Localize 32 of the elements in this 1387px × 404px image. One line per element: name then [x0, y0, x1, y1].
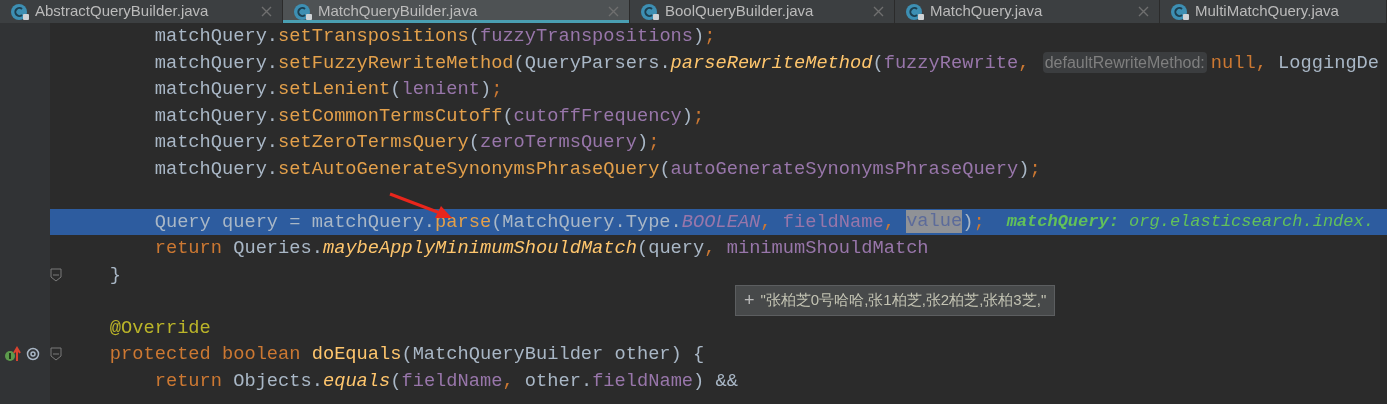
code-text: matchQuery.setTranspositions(fuzzyTranspositions); — [153, 24, 716, 49]
fold-icon[interactable] — [50, 267, 62, 282]
editor-tab[interactable]: MatchQueryBuilder.java — [283, 0, 630, 23]
inline-debug-value: matchQuery: org.elasticsearch.index. — [1006, 211, 1374, 233]
code-text: matchQuery.setLenient(lenient); — [153, 77, 503, 102]
class-file-icon — [1170, 2, 1190, 21]
close-icon[interactable] — [608, 6, 619, 17]
code-text: ); — [962, 209, 985, 234]
close-icon[interactable] — [261, 6, 272, 17]
code-text: matchQuery.setAutoGenerateSynonymsPhraseQuery(autoGenerateSynonymsPhraseQuery); — [153, 156, 1041, 181]
code-text: @Override — [108, 315, 211, 340]
code-text: null, LoggingDe — [1210, 50, 1380, 75]
code-text: return Queries.maybeApplyMinimumShouldMatch(query, minimumShouldMatch — [153, 236, 929, 261]
tooltip-text: "张柏芝0号哈哈,张1柏芝,张2柏芝,张柏3芝," — [760, 290, 1047, 311]
code-text: matchQuery.setFuzzyRewriteMethod(QueryParsers.parseRewriteMethod(fuzzyRewrite, — [153, 50, 1031, 75]
implements-icon[interactable] — [4, 346, 22, 363]
class-file-icon — [10, 2, 30, 21]
code-text: } — [108, 262, 122, 287]
parameter-hint: defaultRewriteMethod: — [1042, 52, 1207, 74]
annotation-icon[interactable] — [26, 347, 40, 362]
code-text: protected boolean doEquals(MatchQueryBuilder other) { — [108, 342, 705, 367]
code-text: matchQuery.setCommonTermsCutoff(cutoffFrequency); — [153, 103, 705, 128]
class-file-icon — [640, 2, 660, 21]
code-text: Query query = matchQuery.parse(MatchQuery.Type.BOOLEAN, fieldName, — [153, 209, 896, 234]
close-icon[interactable] — [1138, 6, 1149, 17]
expand-button[interactable]: + — [744, 287, 755, 314]
code-text: matchQuery.setZeroTermsQuery(zeroTermsQuery); — [153, 130, 660, 155]
code-text: return Objects.equals(fieldName, other.fieldName) && — [153, 368, 738, 393]
class-file-icon — [293, 2, 313, 21]
fold-icon[interactable] — [50, 347, 62, 362]
close-icon[interactable] — [873, 6, 884, 17]
class-file-icon — [905, 2, 925, 21]
